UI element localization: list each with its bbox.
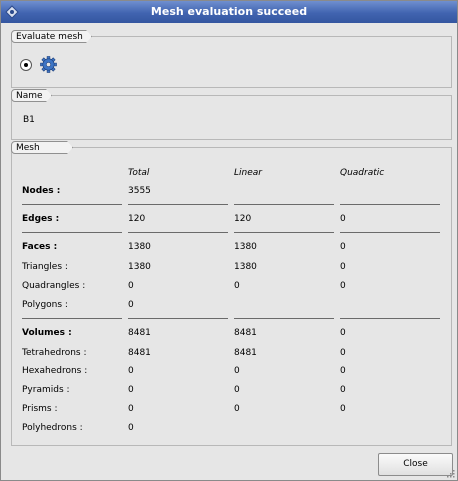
separator: [22, 318, 122, 319]
hexahedrons-quadratic: 0: [340, 366, 346, 376]
volumes-quadratic: 0: [340, 328, 346, 338]
separator: [340, 318, 440, 319]
separator: [22, 232, 122, 233]
name-group: Name B1: [11, 95, 452, 140]
separator: [340, 204, 440, 205]
faces-quadratic: 0: [340, 242, 346, 252]
pyramids-label: Pyramids :: [22, 385, 70, 395]
separator: [128, 232, 228, 233]
prisms-total: 0: [128, 404, 134, 414]
hexahedrons-linear: 0: [234, 366, 240, 376]
faces-label: Faces :: [22, 242, 58, 252]
close-button[interactable]: Close: [378, 453, 453, 476]
polygons-total: 0: [128, 300, 134, 310]
mesh-infos-group: Mesh Infos Total Linear Quadratic Nodes …: [11, 147, 452, 446]
hexahedrons-label: Hexahedrons :: [22, 366, 88, 376]
pyramids-linear: 0: [234, 385, 240, 395]
window-title: Mesh evaluation succeed: [150, 5, 308, 18]
app-icon[interactable]: [5, 5, 19, 19]
separator: [234, 318, 334, 319]
gear-icon[interactable]: [40, 56, 57, 73]
nodes-total: 3555: [128, 186, 151, 196]
separator: [234, 204, 334, 205]
quadrangles-total: 0: [128, 281, 134, 291]
header-quadratic: Quadratic: [340, 168, 385, 178]
separator: [340, 232, 440, 233]
triangles-quadratic: 0: [340, 262, 346, 272]
header-linear: Linear: [234, 168, 262, 178]
title-bar[interactable]: Mesh evaluation succeed: [1, 1, 457, 23]
prisms-linear: 0: [234, 404, 240, 414]
mesh-name-value: B1: [23, 115, 35, 125]
triangles-label: Triangles :: [22, 262, 68, 272]
evaluate-mesh-tab: Evaluate mesh: [11, 30, 92, 43]
header-total: Total: [128, 168, 150, 178]
pyramids-quadratic: 0: [340, 385, 346, 395]
tetrahedrons-total: 8481: [128, 348, 151, 358]
nodes-label: Nodes :: [22, 186, 61, 196]
pyramids-total: 0: [128, 385, 134, 395]
mesh-infos-tab: Mesh Infos: [11, 141, 73, 154]
evaluate-mesh-group: Evaluate mesh: [11, 36, 452, 88]
prisms-quadratic: 0: [340, 404, 346, 414]
tetrahedrons-quadratic: 0: [340, 348, 346, 358]
volumes-total: 8481: [128, 328, 151, 338]
polygons-label: Polygons :: [22, 300, 68, 310]
separator: [22, 204, 122, 205]
edges-label: Edges :: [22, 214, 60, 224]
volumes-linear: 8481: [234, 328, 257, 338]
separator: [128, 204, 228, 205]
quadrangles-quadratic: 0: [340, 281, 346, 291]
tetrahedrons-linear: 8481: [234, 348, 257, 358]
prisms-label: Prisms :: [22, 404, 58, 414]
hexahedrons-total: 0: [128, 366, 134, 376]
tetrahedrons-label: Tetrahedrons :: [22, 348, 87, 358]
polyhedrons-label: Polyhedrons :: [22, 423, 83, 433]
separator: [234, 232, 334, 233]
separator: [128, 318, 228, 319]
name-tab: Name: [11, 89, 52, 102]
polyhedrons-total: 0: [128, 423, 134, 433]
edges-linear: 120: [234, 214, 252, 224]
volumes-label: Volumes :: [22, 328, 72, 338]
triangles-total: 1380: [128, 262, 151, 272]
quadrangles-label: Quadrangles :: [22, 281, 86, 291]
mesh-evaluation-dialog: Mesh evaluation succeed Evaluate mesh Na…: [0, 0, 458, 481]
edges-total: 120: [128, 214, 146, 224]
resize-grip-icon[interactable]: [447, 470, 455, 478]
quadrangles-linear: 0: [234, 281, 240, 291]
faces-linear: 1380: [234, 242, 257, 252]
faces-total: 1380: [128, 242, 151, 252]
triangles-linear: 1380: [234, 262, 257, 272]
evaluate-radio[interactable]: [20, 59, 32, 71]
edges-quadratic: 0: [340, 214, 346, 224]
